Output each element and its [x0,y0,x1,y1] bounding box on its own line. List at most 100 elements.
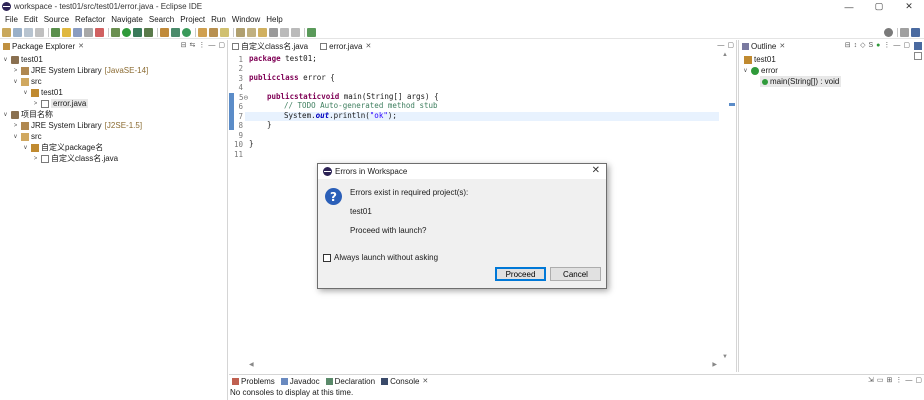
collapsed-twisty-icon[interactable]: > [12,123,19,129]
collapse-all-icon[interactable]: ⊟ [181,41,187,49]
expanded-twisty-icon[interactable]: ∨ [2,111,9,118]
open-console-icon[interactable]: ⊞ [887,376,893,384]
expanded-twisty-icon[interactable]: ∨ [12,78,19,85]
always-launch-checkbox-row[interactable]: Always launch without asking [323,253,438,262]
outline-item-class[interactable]: ∨ error [742,65,778,76]
run-icon[interactable] [122,27,131,37]
link-with-editor-icon[interactable]: ⇆ [190,41,196,49]
scroll-down-icon[interactable]: ▼ [722,354,728,360]
menu-edit[interactable]: Edit [21,15,41,24]
cancel-button[interactable]: Cancel [550,267,601,281]
always-launch-checkbox[interactable] [323,253,331,262]
collapsed-twisty-icon[interactable]: > [32,156,39,162]
forward-icon[interactable] [280,27,289,37]
tree-item-project-test01[interactable]: ∨ test01 [2,54,43,65]
pin-editor-icon[interactable] [307,27,316,37]
hide-nonpublic-icon[interactable]: ● [876,42,880,49]
open-perspective-icon[interactable] [900,28,909,37]
scroll-left-icon[interactable]: ◀ [249,361,254,368]
forward-menu-icon[interactable] [291,27,300,37]
menu-source[interactable]: Source [41,15,72,24]
java-perspective-icon[interactable] [911,28,920,37]
tab-declaration[interactable]: Declaration [323,375,378,387]
code-line[interactable]: package test01; [249,54,317,64]
collapse-all-icon[interactable]: ⊟ [845,41,851,49]
maximize-view-icon[interactable]: ▢ [727,41,734,49]
back-icon[interactable] [269,27,278,37]
show-whitespace-icon[interactable] [84,27,93,37]
search-tool-icon[interactable] [220,27,229,37]
tab-console[interactable]: Console ✕ [378,375,432,387]
skip-breakpoints-icon[interactable] [95,27,104,37]
tab-package-explorer[interactable]: Package Explorer ✕ [0,40,88,52]
menu-help[interactable]: Help [263,15,285,24]
pin-console-icon[interactable]: ⇲ [868,376,874,384]
tree-item-error-java[interactable]: > error.java [32,98,89,109]
new-icon[interactable] [2,27,11,37]
menu-navigate[interactable]: Navigate [108,15,146,24]
maximize-view-icon[interactable]: ▢ [915,376,922,384]
menu-refactor[interactable]: Refactor [72,15,108,24]
minimize-button[interactable]: — [834,0,864,13]
close-tab-icon[interactable]: ✕ [779,42,785,50]
restore-view-icon[interactable] [914,42,922,50]
menu-project[interactable]: Project [177,15,208,24]
menu-file[interactable]: File [2,15,21,24]
outline-item-package[interactable]: test01 [742,54,776,65]
task-list-icon[interactable] [914,52,922,60]
minimize-view-icon[interactable]: — [208,42,215,49]
collapsed-twisty-icon[interactable]: > [12,68,19,74]
block-selection-icon[interactable] [73,27,82,37]
view-menu-icon[interactable]: ⋮ [895,376,902,384]
view-menu-icon[interactable]: ⋮ [198,41,205,49]
save-all-icon[interactable] [24,27,33,37]
toggle-breadcrumb-icon[interactable] [51,27,60,37]
new-package-icon[interactable] [171,27,180,37]
menu-search[interactable]: Search [146,15,177,24]
maximize-view-icon[interactable]: ▢ [218,41,225,49]
open-task-icon[interactable] [209,27,218,37]
tree-item-custom-package[interactable]: ∨ 自定义package名 [22,142,103,153]
scroll-up-icon[interactable]: ▲ [722,52,728,58]
editor-horizontal-scrollbar[interactable]: ◀ ▶ [245,361,719,370]
sort-icon[interactable]: ↕ [854,42,858,49]
search-icon[interactable] [884,28,893,37]
maximize-view-icon[interactable]: ▢ [903,41,910,49]
tab-custom-class[interactable]: 自定义class名.java [229,40,311,52]
minimize-view-icon[interactable]: — [717,42,724,49]
next-annotation-icon[interactable] [236,27,245,37]
external-tools-icon[interactable] [144,27,153,37]
proceed-button[interactable]: Proceed [495,267,546,281]
overview-ruler-mark[interactable] [729,103,735,106]
menu-run[interactable]: Run [208,15,229,24]
collapsed-twisty-icon[interactable]: > [32,101,39,107]
scroll-right-icon[interactable]: ▶ [712,361,717,368]
close-tab-icon[interactable]: ✕ [78,42,84,50]
hide-static-icon[interactable]: S [868,42,873,49]
minimize-view-icon[interactable]: — [893,42,900,49]
close-dialog-button[interactable]: ✕ [592,165,600,176]
display-console-icon[interactable]: ▭ [877,376,884,384]
expanded-twisty-icon[interactable]: ∨ [22,144,29,151]
tab-error-java[interactable]: error.java ✕ [317,40,375,52]
hide-fields-icon[interactable]: ◇ [860,41,865,49]
tree-item-src[interactable]: ∨ src [12,76,41,87]
expanded-twisty-icon[interactable]: ∨ [742,67,749,74]
open-type-icon[interactable] [198,27,207,37]
tree-item-project-xiangmu[interactable]: ∨ 项目名称 [2,109,53,120]
outline-item-method[interactable]: main(String[]) : void [760,76,842,87]
tree-item-custom-class[interactable]: > 自定义class名.java [32,153,118,164]
expanded-twisty-icon[interactable]: ∨ [12,133,19,140]
close-tab-icon[interactable]: ✕ [365,42,371,50]
code-line[interactable]: } [249,139,254,149]
save-icon[interactable] [13,27,22,37]
tab-problems[interactable]: Problems [229,375,278,387]
expanded-twisty-icon[interactable]: ∨ [22,89,29,96]
tab-javadoc[interactable]: Javadoc [278,375,323,387]
tab-outline[interactable]: Outline ✕ [739,40,789,52]
maximize-button[interactable]: ▢ [864,0,894,13]
code-line[interactable]: } [267,120,272,130]
new-class-icon[interactable] [182,27,191,37]
debug-icon[interactable] [111,27,120,37]
close-window-button[interactable]: ✕ [894,0,924,13]
